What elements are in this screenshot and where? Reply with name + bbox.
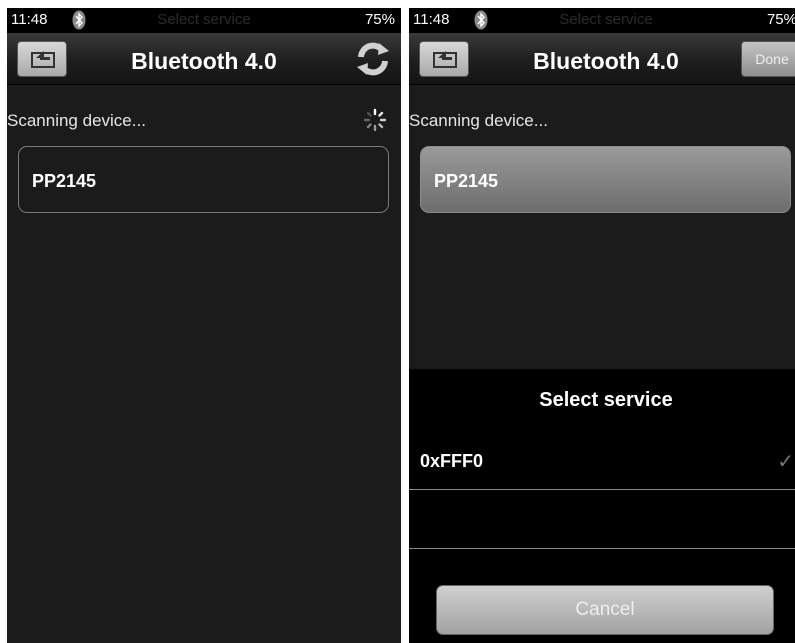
device-list-item[interactable]: PP2145 — [18, 146, 389, 213]
refresh-button[interactable] — [353, 39, 393, 79]
device-name: PP2145 — [434, 171, 499, 191]
sheet-title: Select service — [539, 389, 673, 411]
status-bar: 11:48 Select service 75% — [7, 8, 401, 33]
empty-service-row — [409, 490, 795, 549]
status-overlay-title: Select service — [559, 11, 653, 28]
nav-bar: Bluetooth 4.0 — [7, 33, 401, 85]
page-title: Bluetooth 4.0 — [533, 48, 679, 74]
status-bar: 11:48 Select service 75% — [409, 8, 795, 33]
scanning-status-label: Scanning device... — [7, 111, 146, 130]
service-name: 0xFFF0 — [420, 451, 484, 471]
service-option[interactable]: 0xFFF0 ✓ — [409, 431, 795, 490]
refresh-icon — [357, 42, 389, 76]
cancel-button[interactable]: Cancel — [436, 585, 774, 635]
scanning-status-label: Scanning device... — [409, 111, 548, 130]
battery-level: 75% — [766, 11, 795, 28]
status-overlay-title: Select service — [157, 11, 251, 28]
nav-bar: Bluetooth 4.0 Done — [409, 33, 795, 85]
loading-spinner-icon — [363, 108, 387, 132]
right-screen: 11:48 Select service 75% Bluetooth 4.0 D… — [409, 8, 795, 643]
done-button[interactable]: Done — [741, 41, 795, 77]
device-list-item-selected[interactable]: PP2145 — [420, 146, 791, 213]
battery-level: 75% — [364, 11, 395, 28]
device-name: PP2145 — [32, 171, 97, 191]
checkmark-icon: ✓ — [777, 451, 794, 473]
select-service-sheet: Select service 0xFFF0 ✓ Cancel — [409, 369, 795, 643]
left-screen: 11:48 Select service 75% Bluetooth 4.0 S… — [7, 8, 401, 643]
page-title: Bluetooth 4.0 — [131, 48, 277, 74]
